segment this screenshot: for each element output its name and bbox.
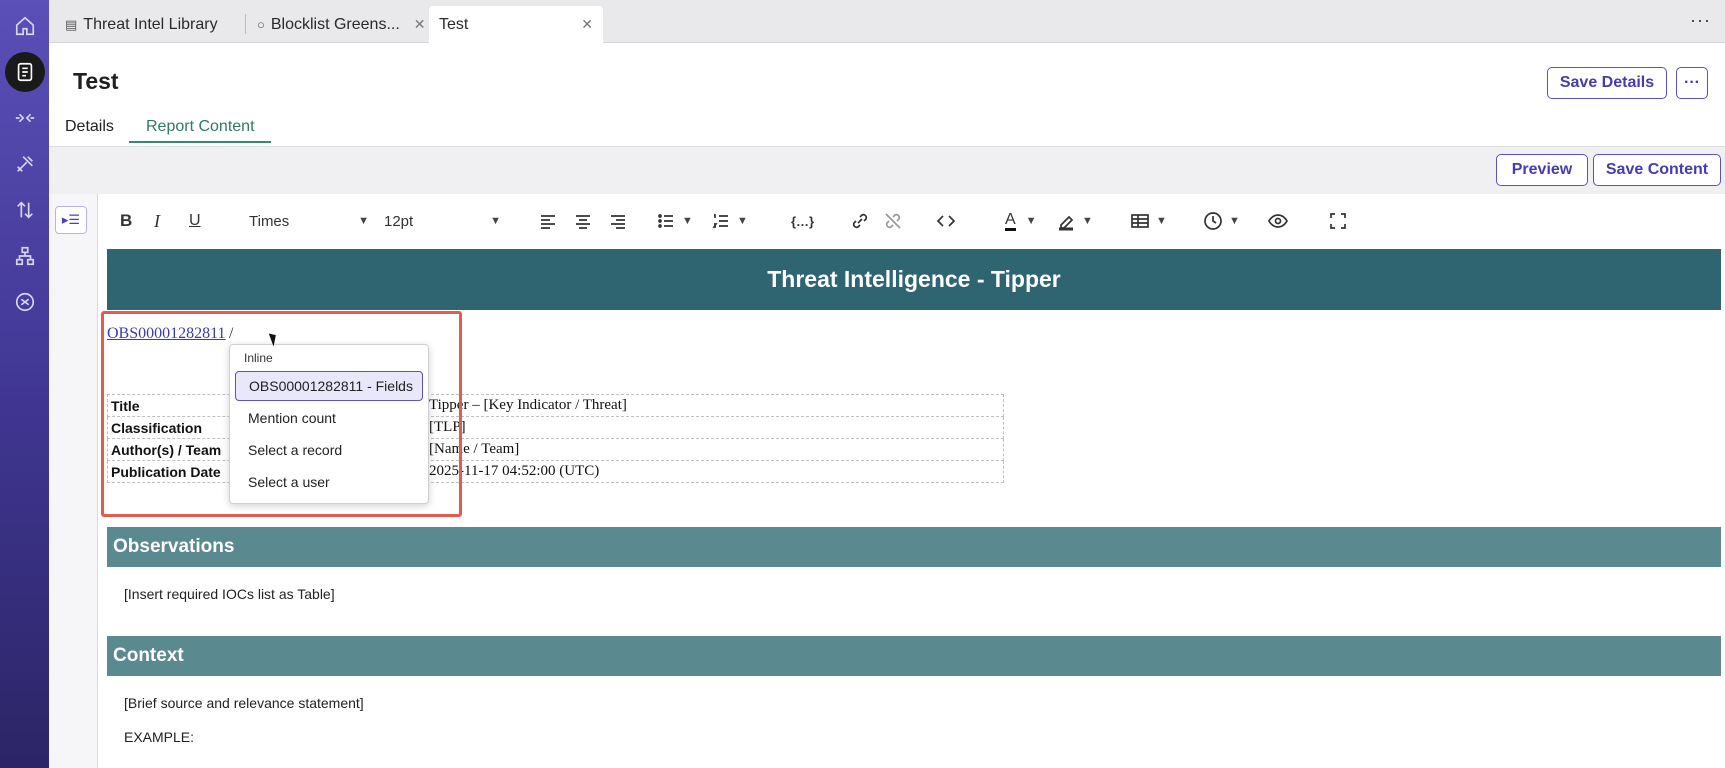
bullet-list-icon[interactable]: ▼: [656, 210, 693, 232]
tab-details[interactable]: Details: [65, 118, 114, 136]
align-right-icon[interactable]: [608, 210, 628, 232]
highlight-color-icon[interactable]: ▼: [1056, 210, 1093, 232]
active-tab-indicator: [129, 141, 271, 143]
tools-icon[interactable]: [5, 144, 45, 184]
chevron-down-icon: ▼: [1156, 215, 1167, 227]
row-value[interactable]: Tipper – [Key Indicator / Threat]: [425, 394, 1004, 417]
section-heading-observations: Observations: [107, 527, 1721, 567]
paragraph: [Brief source and relevance statement]: [124, 695, 364, 711]
connector-icon[interactable]: [5, 98, 45, 138]
font-family-select[interactable]: Times ▼: [249, 210, 369, 232]
chevron-down-icon: ▼: [682, 215, 693, 227]
link-icon[interactable]: [850, 210, 870, 232]
document-banner: Threat Intelligence - Tipper: [107, 249, 1721, 310]
tab-test[interactable]: Test ✕: [429, 6, 603, 43]
text-color-icon[interactable]: A ▼: [1005, 210, 1037, 232]
tab-blocklist[interactable]: ○ Blocklist Greens... ✕: [247, 6, 436, 43]
preview-button[interactable]: Preview: [1496, 154, 1588, 186]
content-action-bar: [49, 146, 1725, 194]
chevron-down-icon: ▼: [737, 215, 748, 227]
transfer-icon[interactable]: [5, 190, 45, 230]
row-value[interactable]: [TLP]: [425, 416, 1004, 439]
numbered-list-icon[interactable]: ▼: [711, 210, 748, 232]
paragraph: EXAMPLE:: [124, 729, 195, 745]
section-heading-context: Context: [107, 636, 1721, 676]
menu-item-mention-count[interactable]: Mention count: [235, 403, 423, 433]
more-options-button[interactable]: ···: [1676, 67, 1708, 99]
left-nav-rail: [0, 0, 49, 768]
save-content-button[interactable]: Save Content: [1593, 154, 1721, 186]
row-value[interactable]: 2025-11-17 04:52:00 (UTC): [425, 460, 1004, 483]
tab-label: Test: [439, 15, 469, 33]
bold-icon[interactable]: B: [120, 210, 132, 232]
chevron-down-icon: ▼: [1082, 215, 1093, 227]
chevron-down-icon: ▼: [1229, 215, 1240, 227]
fullscreen-icon[interactable]: [1328, 210, 1348, 232]
font-size-value: 12pt: [384, 212, 414, 230]
circle-icon: ○: [257, 17, 265, 32]
library-icon[interactable]: [4, 52, 45, 92]
tab-report-content[interactable]: Report Content: [146, 118, 255, 136]
preview-eye-icon[interactable]: [1268, 210, 1288, 232]
hierarchy-icon[interactable]: [5, 236, 45, 276]
tab-label: Blocklist Greens...: [270, 15, 400, 33]
save-details-button[interactable]: Save Details: [1547, 67, 1667, 99]
menu-section-header: Inline: [244, 351, 273, 365]
tab-label: Threat Intel Library: [83, 15, 218, 33]
chevron-down-icon: ▼: [490, 215, 501, 227]
variable-icon[interactable]: {…}: [791, 210, 814, 232]
font-size-select[interactable]: 12pt ▼: [384, 210, 501, 232]
library-icon: ▤: [65, 16, 78, 32]
close-icon[interactable]: ✕: [414, 16, 426, 33]
underline-icon[interactable]: U: [189, 210, 201, 232]
editor-toolbar: B I U Times ▼ 12pt ▼ ▼ ▼ {…} A ▼ ▼ ▼ ▼: [98, 194, 1725, 246]
home-icon[interactable]: [5, 6, 45, 46]
paragraph: [Insert required IOCs list as Table]: [124, 586, 335, 602]
chevron-down-icon: ▼: [1025, 215, 1037, 227]
align-center-icon[interactable]: [573, 210, 593, 232]
page-title: Test: [73, 68, 119, 94]
row-value[interactable]: [Name / Team]: [425, 438, 1004, 461]
inline-insert-menu: Inline OBS00001282811 - Fields Mention c…: [229, 344, 429, 504]
tab-threat-intel-library[interactable]: ▤ Threat Intel Library: [55, 6, 228, 43]
unlink-icon[interactable]: [883, 210, 903, 232]
more-icon[interactable]: ···: [1690, 10, 1711, 31]
menu-item-select-record[interactable]: Select a record: [235, 435, 423, 465]
font-family-value: Times: [249, 212, 290, 230]
table-icon[interactable]: ▼: [1130, 210, 1167, 232]
align-left-icon[interactable]: [538, 210, 558, 232]
close-icon[interactable]: ✕: [581, 16, 593, 33]
menu-item-select-user[interactable]: Select a user: [235, 467, 423, 497]
tab-divider: [245, 14, 246, 34]
tab-bar: ▤ Threat Intel Library ○ Blocklist Green…: [49, 0, 1725, 43]
outline-toggle-icon[interactable]: ▸☰: [55, 206, 87, 234]
shuffle-icon[interactable]: [5, 282, 45, 322]
chevron-down-icon: ▼: [358, 215, 369, 227]
code-icon[interactable]: [936, 210, 956, 232]
editor-gutter: ▸☰: [49, 194, 98, 768]
menu-item-obs-fields[interactable]: OBS00001282811 - Fields: [235, 371, 423, 401]
clock-icon[interactable]: ▼: [1203, 210, 1240, 232]
italic-icon[interactable]: I: [154, 210, 160, 232]
